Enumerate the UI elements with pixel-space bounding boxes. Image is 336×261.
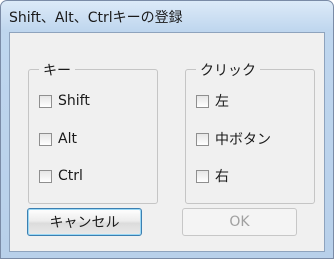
left-click-checkbox-label[interactable]: 左 <box>215 91 229 111</box>
left-click-checkbox[interactable] <box>196 94 209 108</box>
right-click-checkbox[interactable] <box>196 169 209 183</box>
left-click-checkbox-row[interactable]: 左 <box>196 91 229 111</box>
keys-group: キー Shift Alt Ctrl <box>28 60 158 204</box>
cancel-button[interactable]: キャンセル <box>27 208 142 236</box>
click-group-label: クリック <box>196 60 260 80</box>
title-bar[interactable]: Shift、Alt、Ctrlキーの登録 <box>1 1 333 29</box>
right-click-checkbox-label[interactable]: 右 <box>215 166 229 186</box>
middle-click-checkbox-row[interactable]: 中ボタン <box>196 129 271 149</box>
alt-checkbox-row[interactable]: Alt <box>39 129 77 149</box>
middle-click-checkbox-label[interactable]: 中ボタン <box>215 129 271 149</box>
keys-group-label: キー <box>39 60 75 80</box>
right-click-checkbox-row[interactable]: 右 <box>196 166 229 186</box>
ctrl-checkbox-label[interactable]: Ctrl <box>58 168 83 184</box>
dialog-window: Shift、Alt、Ctrlキーの登録 キー Shift Alt Ctrl クリ… <box>0 0 334 259</box>
middle-click-checkbox[interactable] <box>196 132 209 146</box>
shift-checkbox[interactable] <box>39 94 52 108</box>
ok-button[interactable]: OK <box>182 208 297 236</box>
alt-checkbox-label[interactable]: Alt <box>58 131 77 147</box>
window-title: Shift、Alt、Ctrlキーの登録 <box>9 10 183 26</box>
alt-checkbox[interactable] <box>39 132 52 146</box>
shift-checkbox-label[interactable]: Shift <box>58 93 90 109</box>
click-group: クリック 左 中ボタン 右 <box>185 60 315 204</box>
ctrl-checkbox-row[interactable]: Ctrl <box>39 166 83 186</box>
ctrl-checkbox[interactable] <box>39 169 52 183</box>
shift-checkbox-row[interactable]: Shift <box>39 91 90 111</box>
